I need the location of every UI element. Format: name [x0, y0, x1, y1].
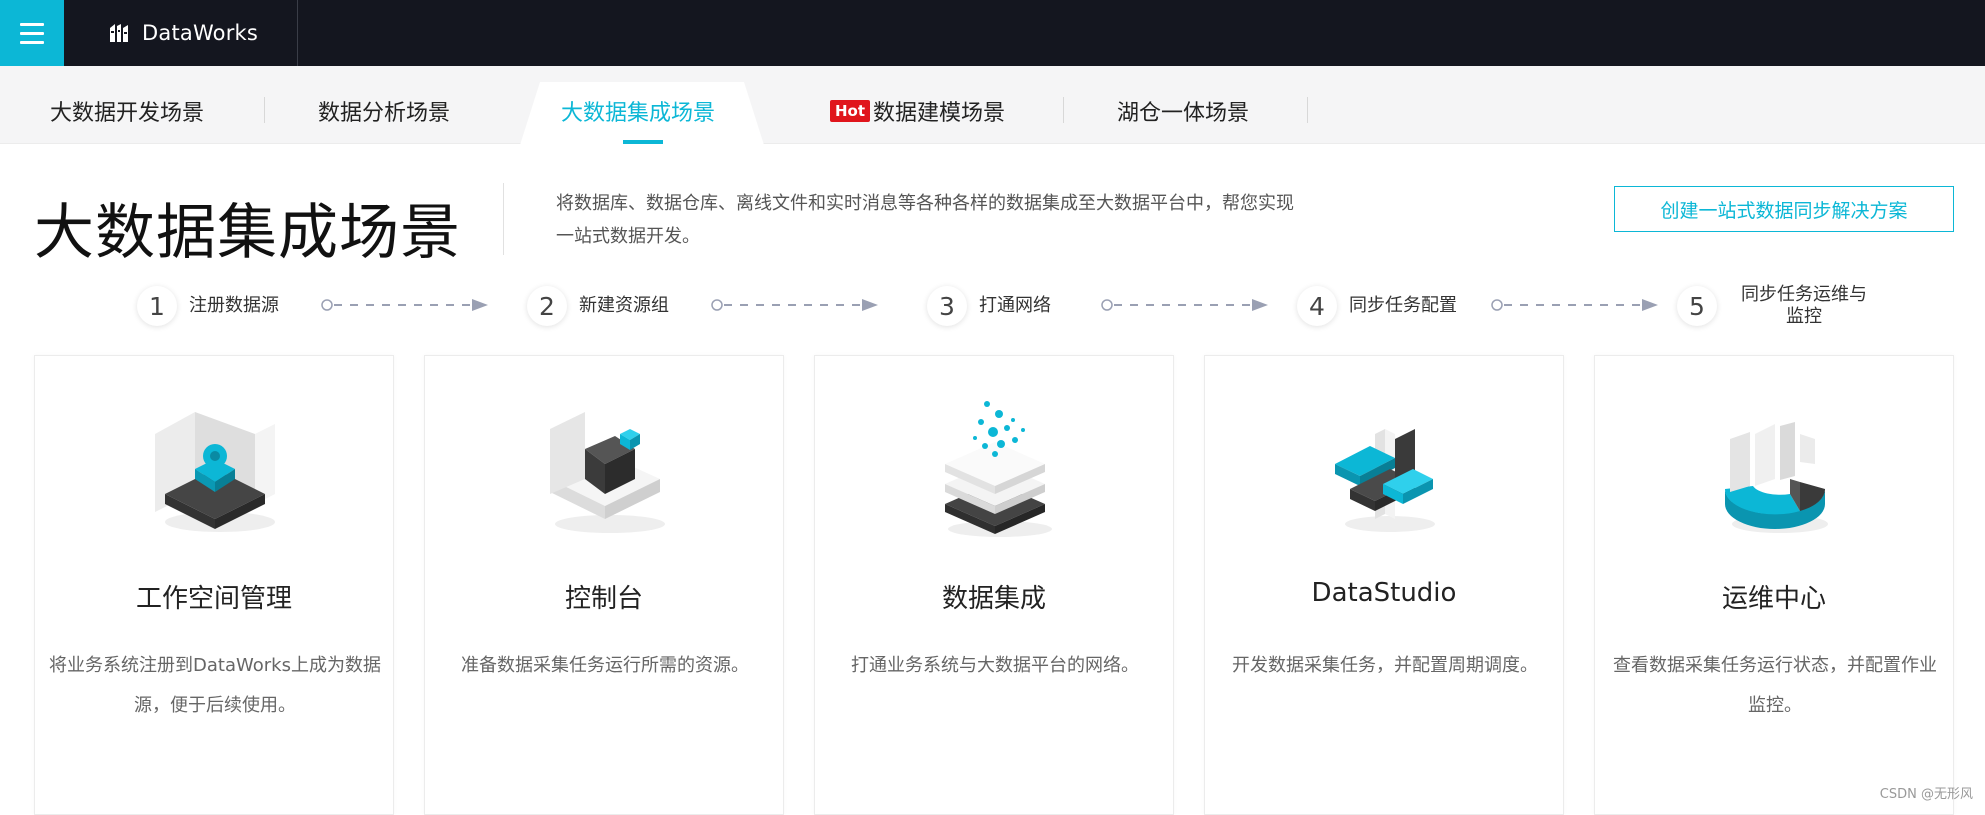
tab-big-data-integration[interactable]: 大数据集成场景 — [561, 72, 715, 150]
card-description: 查看数据采集任务运行状态，并配置作业监控。 — [1613, 655, 1937, 716]
step-label-line: 同步任务运维与 — [1741, 284, 1867, 305]
step-number: 3 — [927, 286, 967, 326]
brand[interactable]: DataWorks — [64, 0, 298, 66]
card-description: 将业务系统注册到DataWorks上成为数据源，便于后续使用。 — [49, 655, 381, 716]
step-arrow-icon — [321, 299, 488, 311]
step-number: 1 — [137, 286, 177, 326]
step-number: 4 — [1297, 286, 1337, 326]
step-arrow-icon — [1491, 299, 1658, 311]
tab-label: 数据分析场景 — [318, 101, 451, 126]
step-arrow-icon — [1101, 299, 1268, 311]
card-title: 数据集成 — [941, 584, 1046, 614]
card-description: 开发数据采集任务，并配置周期调度。 — [1232, 655, 1538, 676]
card-ops-center[interactable]: 运维中心 查看数据采集任务运行状态，并配置作业监控。 — [1594, 355, 1954, 815]
card-title: DataStudio — [1311, 578, 1457, 608]
step-label: 同步任务运维与 监控 — [1729, 284, 1879, 328]
active-tab-indicator — [623, 140, 663, 144]
top-navigation-bar: DataWorks — [0, 0, 1985, 66]
create-sync-solution-button[interactable]: 创建一站式数据同步解决方案 — [1614, 186, 1954, 232]
step-label: 同步任务配置 — [1349, 295, 1457, 316]
tab-label: 湖仓一体场景 — [1117, 101, 1250, 126]
step-label: 注册数据源 — [189, 295, 279, 316]
tab-data-analysis[interactable]: 数据分析场景 — [318, 72, 450, 150]
step-label: 打通网络 — [979, 295, 1051, 316]
datastudio-cross-icon — [1335, 429, 1435, 532]
step-number: 2 — [527, 286, 567, 326]
description-line: 一站式数据开发。 — [556, 226, 700, 247]
data-integration-layers-icon — [945, 401, 1052, 537]
page-title: 大数据集成场景 — [34, 198, 461, 268]
card-datastudio[interactable]: DataStudio 开发数据采集任务，并配置周期调度。 — [1204, 355, 1564, 815]
step-number: 5 — [1677, 286, 1717, 326]
card-title: 运维中心 — [1721, 584, 1826, 614]
step-arrow-icon — [711, 299, 878, 311]
tab-divider — [1307, 97, 1308, 123]
card-console[interactable]: 控制台 准备数据采集任务运行所需的资源。 — [424, 355, 784, 815]
tab-big-data-development[interactable]: 大数据开发场景 — [50, 72, 204, 150]
tab-label: 数据建模场景 — [873, 101, 1006, 126]
dataworks-logo-icon — [110, 24, 128, 42]
hamburger-menu-icon[interactable] — [0, 0, 64, 66]
ops-center-ring-icon — [1724, 422, 1828, 533]
console-blocks-icon — [550, 412, 665, 533]
step-label: 新建资源组 — [579, 295, 669, 316]
step-3: 3 打通网络 — [927, 284, 1051, 328]
tab-label: 大数据开发场景 — [50, 101, 205, 126]
title-divider — [503, 183, 504, 255]
step-2: 2 新建资源组 — [527, 284, 669, 328]
step-1: 1 注册数据源 — [137, 284, 279, 328]
workspace-gear-icon — [155, 412, 275, 532]
tab-data-modeling[interactable]: Hot 数据建模场景 — [830, 72, 1005, 150]
tab-divider — [1063, 97, 1064, 123]
card-workspace-management[interactable]: 工作空间管理 将业务系统注册到DataWorks上成为数据源，便于后续使用。 — [34, 355, 394, 815]
card-title: 工作空间管理 — [135, 584, 292, 614]
tab-lakehouse[interactable]: 湖仓一体场景 — [1117, 72, 1249, 150]
tab-label: 大数据集成场景 — [561, 101, 716, 126]
step-label-line: 监控 — [1786, 306, 1822, 327]
card-data-integration[interactable]: 数据集成 打通业务系统与大数据平台的网络。 — [814, 355, 1174, 815]
card-description: 准备数据采集任务运行所需的资源。 — [461, 655, 749, 676]
card-description: 打通业务系统与大数据平台的网络。 — [851, 655, 1139, 676]
step-4: 4 同步任务配置 — [1297, 284, 1457, 328]
tab-divider — [264, 97, 265, 123]
brand-name: DataWorks — [142, 21, 259, 45]
description-line: 将数据库、数据仓库、离线文件和实时消息等各种各样的数据集成至大数据平台中，帮您实… — [556, 193, 1294, 214]
card-title: 控制台 — [564, 584, 643, 614]
watermark: CSDN @无形风 — [1879, 787, 1973, 802]
step-5: 5 同步任务运维与 监控 — [1677, 284, 1879, 328]
hot-badge: Hot — [830, 100, 871, 122]
page-description: 将数据库、数据仓库、离线文件和实时消息等各种各样的数据集成至大数据平台中，帮您实… — [556, 187, 1376, 253]
